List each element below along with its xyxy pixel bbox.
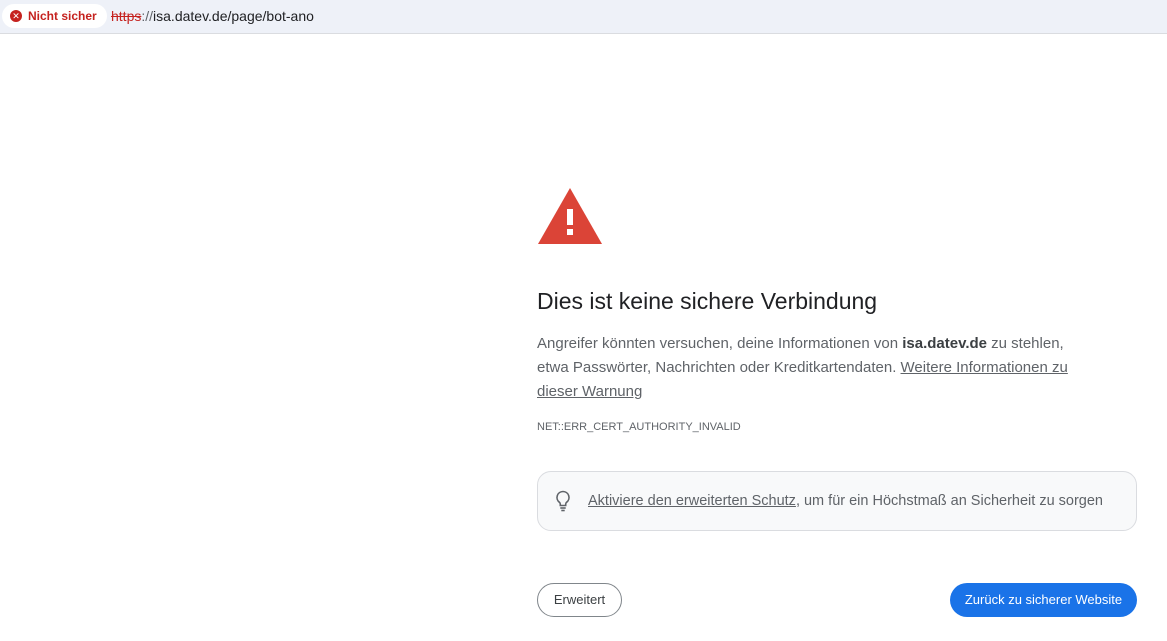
url-field[interactable]: https://isa.datev.de/page/bot-ano bbox=[111, 8, 314, 24]
warning-triangle-icon bbox=[538, 188, 602, 244]
address-bar[interactable]: ✕ Nicht sicher https://isa.datev.de/page… bbox=[0, 0, 1167, 34]
warning-description: Angreifer könnten versuchen, deine Infor… bbox=[537, 332, 1097, 404]
desc-host: isa.datev.de bbox=[902, 335, 987, 352]
url-separator: :// bbox=[141, 8, 154, 24]
url-host-path: isa.datev.de/page/bot-ano bbox=[153, 8, 314, 24]
page-title: Dies ist keine sichere Verbindung bbox=[537, 288, 878, 314]
desc-text-1: Angreifer könnten versuchen, deine Infor… bbox=[537, 335, 903, 352]
not-secure-icon: ✕ bbox=[10, 10, 22, 22]
advanced-button[interactable]: Erweitert bbox=[537, 583, 622, 617]
protection-suffix: , um für ein Höchstmaß an Sicherheit zu … bbox=[795, 493, 1103, 509]
url-scheme: https bbox=[111, 8, 142, 24]
back-to-safety-button[interactable]: Zurück zu sicherer Website bbox=[950, 583, 1137, 617]
not-secure-chip[interactable]: ✕ Nicht sicher bbox=[2, 4, 107, 28]
protection-text: Aktiviere den erweiterten Schutz, um für… bbox=[588, 493, 1103, 509]
enhanced-protection-box: Aktiviere den erweiterten Schutz, um für… bbox=[537, 471, 1137, 531]
enhanced-protection-link[interactable]: Aktiviere den erweiterten Schutz bbox=[588, 493, 796, 509]
lightbulb-icon bbox=[556, 490, 570, 512]
not-secure-label: Nicht sicher bbox=[28, 9, 97, 23]
error-code[interactable]: NET::ERR_CERT_AUTHORITY_INVALID bbox=[537, 421, 741, 433]
